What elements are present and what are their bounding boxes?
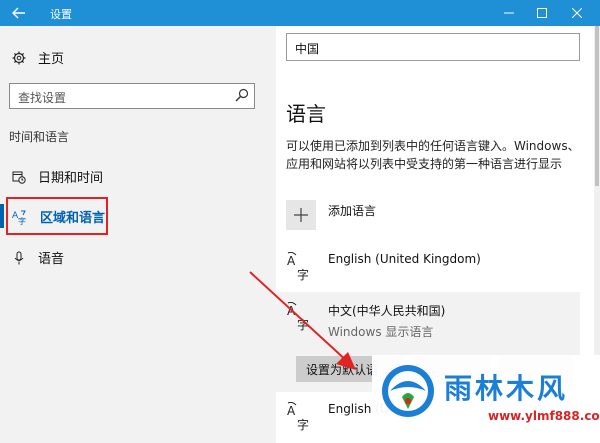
language-item-selected[interactable]: A 字 中文(中华人民共和国) Windows 显示语言 <box>286 302 445 340</box>
microphone-icon <box>14 251 24 264</box>
sidebar-item-date-time[interactable]: 日期和时间 <box>12 167 103 186</box>
plus-icon <box>294 208 308 222</box>
back-arrow-icon <box>12 7 25 19</box>
language-subtitle: Windows 显示语言 <box>328 325 434 339</box>
language-item[interactable]: A 字 English (United Kingdom) <box>286 252 481 282</box>
sidebar-home[interactable]: 主页 <box>12 48 64 67</box>
window-title: 设置 <box>50 8 72 21</box>
scrollbar-thumb[interactable] <box>595 26 599 186</box>
svg-text:A: A <box>287 404 296 418</box>
language-icon: A 字 <box>287 402 309 432</box>
language-icon: A 字 <box>287 252 309 282</box>
sidebar-section-label: 时间和语言 <box>9 130 70 144</box>
search-input[interactable]: 查找设置 <box>9 83 255 109</box>
sidebar-item-speech[interactable]: 语音 <box>12 248 64 267</box>
section-description: 可以使用已添加到列表中的任何语言键入。Windows、应用和网站将以列表中受支持… <box>286 139 580 171</box>
minimize-icon <box>504 12 514 14</box>
search-placeholder: 查找设置 <box>18 91 67 105</box>
close-icon <box>572 8 582 18</box>
svg-text:A: A <box>287 304 296 318</box>
add-language-label: 添加语言 <box>328 204 377 218</box>
search-icon[interactable] <box>235 88 249 102</box>
watermark-url: www.ylmf888.com <box>488 409 600 423</box>
brand-logo-icon <box>382 365 434 417</box>
active-indicator <box>0 204 4 228</box>
svg-text:字: 字 <box>297 317 309 332</box>
section-title: 语言 <box>286 102 326 126</box>
sidebar: 主页 查找设置 时间和语言 日期和时间 A 字 区域和语言 语音 <box>0 26 276 443</box>
add-language-button[interactable]: 添加语言 <box>286 200 376 230</box>
country-select[interactable]: 中国 <box>286 33 580 61</box>
title-bar: 设置 <box>0 0 600 26</box>
language-name: 中文(中华人民共和国) <box>328 304 446 318</box>
sidebar-item-label: 日期和时间 <box>38 171 104 186</box>
svg-text:A: A <box>287 254 296 268</box>
language-name: English (United Kingdom) <box>328 252 481 266</box>
plus-icon-box <box>286 200 316 230</box>
back-button[interactable] <box>0 0 38 26</box>
watermark-brand: 雨林木风 <box>444 372 569 405</box>
gear-icon <box>12 51 26 64</box>
svg-text:字: 字 <box>297 267 309 282</box>
watermark: 雨林木风 www.ylmf888.com <box>372 355 600 443</box>
sidebar-item-label: 语音 <box>38 252 65 267</box>
svg-text:字: 字 <box>297 417 309 432</box>
close-button[interactable] <box>554 0 600 26</box>
language-icon: A 字 <box>287 302 309 332</box>
maximize-icon <box>537 8 547 18</box>
sidebar-home-label: 主页 <box>38 52 65 67</box>
calendar-clock-icon <box>12 171 26 184</box>
highlight-box <box>6 197 108 235</box>
